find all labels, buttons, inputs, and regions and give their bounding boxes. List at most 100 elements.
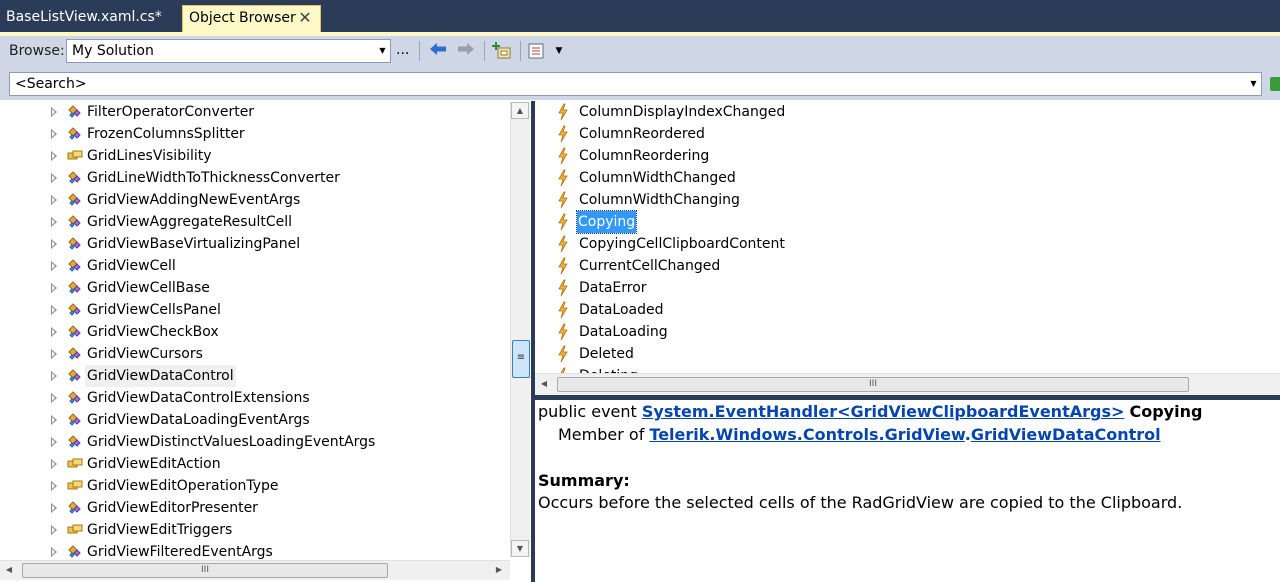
member-item[interactable]: ColumnReordered — [535, 123, 1275, 145]
member-item[interactable]: ColumnDisplayIndexChanged — [535, 101, 1275, 123]
forward-arrow-icon[interactable] — [456, 42, 476, 60]
scroll-up-button[interactable]: ▲ — [511, 102, 529, 119]
settings-menu-icon[interactable] — [527, 42, 547, 60]
tree-item-label: GridViewCell — [87, 258, 176, 274]
expand-arrow-icon[interactable] — [51, 261, 57, 271]
class-icon — [67, 390, 83, 406]
scroll-thumb[interactable]: ≡ — [512, 340, 530, 378]
tab-label: Object Browser — [189, 10, 296, 26]
tree-item[interactable]: GridViewCellsPanel — [0, 299, 510, 321]
type-link[interactable]: System.EventHandler<GridViewClipboardEve… — [642, 402, 1124, 421]
member-item[interactable]: CurrentCellChanged — [535, 255, 1275, 277]
tree-item[interactable]: GridViewCellBase — [0, 277, 510, 299]
tree-item[interactable]: GridViewEditTriggers — [0, 519, 510, 541]
tree-item[interactable]: FilterOperatorConverter — [0, 101, 510, 123]
class-icon — [67, 346, 83, 362]
scroll-right-button[interactable]: ▶ — [490, 562, 508, 579]
expand-arrow-icon[interactable] — [51, 349, 57, 359]
namespace-link[interactable]: Telerik.Windows.Controls.GridView — [649, 425, 964, 444]
expand-arrow-icon[interactable] — [51, 415, 57, 425]
tree-item-label: GridViewCellsPanel — [87, 302, 221, 318]
tree-item[interactable]: FrozenColumnsSplitter — [0, 123, 510, 145]
tree-item-label: GridViewDataControlExtensions — [87, 390, 310, 406]
chevron-down-icon[interactable]: ▼ — [1246, 73, 1261, 95]
member-name: Copying — [1129, 402, 1203, 421]
member-item[interactable]: ColumnWidthChanging — [535, 189, 1275, 211]
member-item[interactable]: ColumnWidthChanged — [535, 167, 1275, 189]
toolbar-separator — [419, 41, 420, 61]
expand-arrow-icon[interactable] — [51, 503, 57, 513]
class-icon — [67, 412, 83, 428]
member-item[interactable]: DataLoading — [535, 321, 1275, 343]
expand-arrow-icon[interactable] — [51, 547, 57, 557]
members-horizontal-scrollbar[interactable]: ◀ III — [535, 373, 1280, 395]
tree-item[interactable]: GridViewBaseVirtualizingPanel — [0, 233, 510, 255]
customize-component-set-button[interactable]: ... — [396, 42, 409, 58]
scroll-left-button[interactable]: ◀ — [535, 376, 553, 393]
expand-arrow-icon[interactable] — [51, 173, 57, 183]
tree-item[interactable]: GridViewEditOperationType — [0, 475, 510, 497]
event-icon — [556, 301, 570, 319]
member-item-label: Deleting — [578, 365, 639, 373]
expand-arrow-icon[interactable] — [51, 459, 57, 469]
tree-item[interactable]: GridViewDistinctValuesLoadingEventArgs — [0, 431, 510, 453]
tree-item[interactable]: GridViewEditAction — [0, 453, 510, 475]
tab-object-browser[interactable]: Object Browser ✕ — [182, 5, 321, 32]
tree-item[interactable]: GridViewCell — [0, 255, 510, 277]
scroll-thumb[interactable]: III — [557, 377, 1189, 392]
tree-item[interactable]: GridLinesVisibility — [0, 145, 510, 167]
tree-item[interactable]: GridViewCheckBox — [0, 321, 510, 343]
expand-arrow-icon[interactable] — [51, 151, 57, 161]
class-icon — [67, 280, 83, 296]
search-go-icon[interactable] — [1270, 77, 1280, 91]
class-icon — [67, 302, 83, 318]
tree-item[interactable]: GridViewAddingNewEventArgs — [0, 189, 510, 211]
browse-scope-dropdown[interactable]: My Solution ▼ — [66, 39, 391, 63]
class-icon — [67, 236, 83, 252]
tree-vertical-scrollbar[interactable]: ▲ ≡ ▼ — [510, 102, 530, 557]
search-input[interactable]: <Search> ▼ — [9, 72, 1262, 96]
member-item[interactable]: DataError — [535, 277, 1275, 299]
expand-arrow-icon[interactable] — [51, 129, 57, 139]
back-arrow-icon[interactable] — [428, 42, 448, 60]
tab-baselistview[interactable]: BaseListView.xaml.cs* — [0, 5, 176, 32]
close-icon[interactable]: ✕ — [297, 10, 313, 26]
member-item[interactable]: Copying — [535, 210, 1275, 234]
expand-arrow-icon[interactable] — [51, 217, 57, 227]
expand-arrow-icon[interactable] — [51, 525, 57, 535]
scroll-thumb[interactable]: III — [22, 563, 388, 578]
tree-item[interactable]: GridViewDataLoadingEventArgs — [0, 409, 510, 431]
class-icon — [67, 434, 83, 450]
expand-arrow-icon[interactable] — [51, 239, 57, 249]
member-item[interactable]: CopyingCellClipboardContent — [535, 233, 1275, 255]
tree-item[interactable]: GridViewDataControl — [0, 365, 510, 387]
expand-arrow-icon[interactable] — [51, 107, 57, 117]
tree-item[interactable]: GridLineWidthToThicknessConverter — [0, 167, 510, 189]
scroll-left-button[interactable]: ◀ — [0, 562, 18, 579]
chevron-down-icon[interactable]: ▼ — [375, 40, 390, 62]
class-link[interactable]: GridViewDataControl — [971, 425, 1161, 444]
member-item[interactable]: DataLoaded — [535, 299, 1275, 321]
tree-item[interactable]: GridViewCursors — [0, 343, 510, 365]
member-item[interactable]: ColumnReordering — [535, 145, 1275, 167]
scroll-down-button[interactable]: ▼ — [511, 540, 529, 557]
tree-horizontal-scrollbar[interactable]: ◀ III ▶ — [0, 560, 510, 580]
expand-arrow-icon[interactable] — [51, 393, 57, 403]
member-item-label: Deleted — [579, 346, 634, 362]
tree-item[interactable]: GridViewDataControlExtensions — [0, 387, 510, 409]
toolbar-separator — [484, 41, 485, 61]
tree-item[interactable]: GridViewAggregateResultCell — [0, 211, 510, 233]
expand-arrow-icon[interactable] — [51, 195, 57, 205]
tree-item[interactable]: GridViewEditorPresenter — [0, 497, 510, 519]
add-reference-icon[interactable] — [492, 42, 512, 60]
member-item[interactable]: Deleting — [535, 365, 1275, 373]
tree-item-label: GridViewCellBase — [87, 280, 210, 296]
expand-arrow-icon[interactable] — [51, 437, 57, 447]
expand-arrow-icon[interactable] — [51, 327, 57, 337]
member-item[interactable]: Deleted — [535, 343, 1275, 365]
expand-arrow-icon[interactable] — [51, 371, 57, 381]
expand-arrow-icon[interactable] — [51, 305, 57, 315]
chevron-down-icon[interactable]: ▼ — [549, 42, 569, 60]
expand-arrow-icon[interactable] — [51, 283, 57, 293]
expand-arrow-icon[interactable] — [51, 481, 57, 491]
